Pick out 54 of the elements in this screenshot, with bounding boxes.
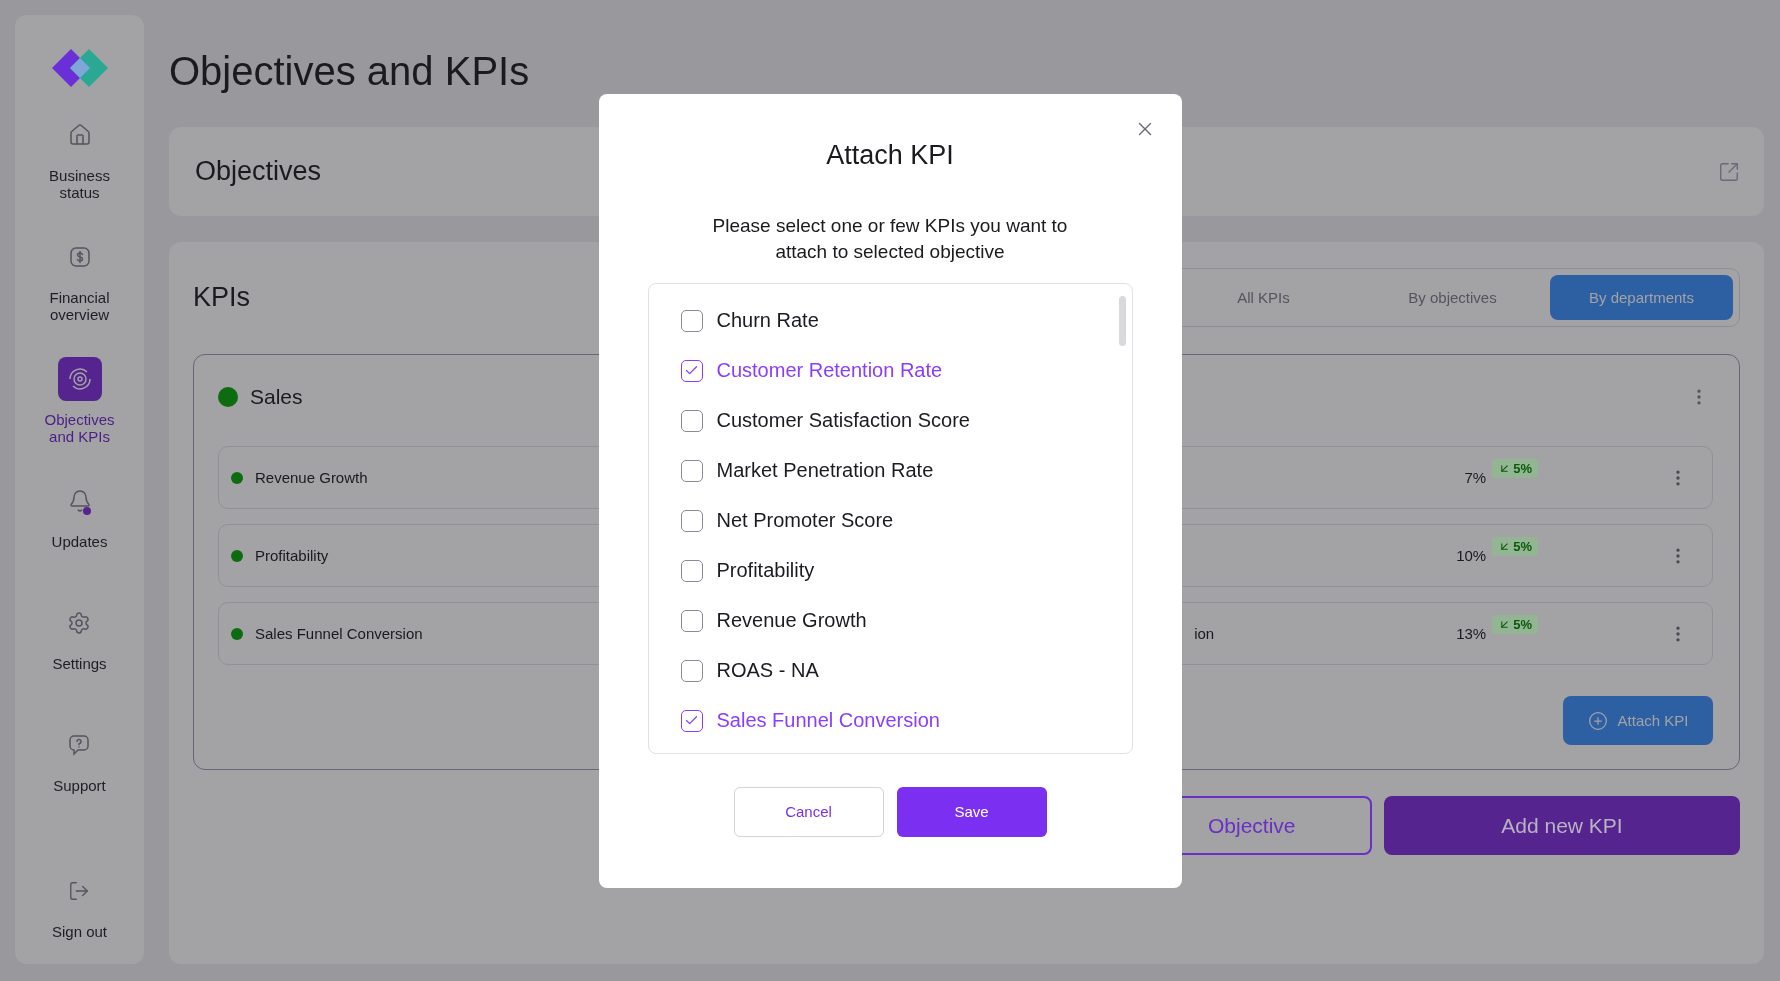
settings-icon xyxy=(67,611,92,635)
section-title: KPIs xyxy=(193,282,251,313)
kpi-option[interactable]: Churn Rate xyxy=(680,295,1132,346)
kpi-option[interactable]: Market Penetration Rate xyxy=(680,445,1132,496)
section-title: Objectives xyxy=(195,156,322,187)
kpi-value: 13% xyxy=(1455,625,1487,642)
kpi-option[interactable]: Net Promoter Score xyxy=(680,495,1132,546)
page-title: Objectives and KPIs xyxy=(169,49,531,95)
dialog-description: Please select one or few KPIs you want to attach to selected objective xyxy=(712,213,1068,264)
sign-out-icon xyxy=(68,880,91,902)
logo-icon xyxy=(51,49,108,87)
change-badge: 5% xyxy=(1492,537,1538,556)
action-button[interactable]: Add new KPI xyxy=(1384,796,1740,855)
checkbox[interactable] xyxy=(680,309,703,332)
change-badge: 5% xyxy=(1492,615,1538,634)
checkbox[interactable] xyxy=(680,709,703,732)
sidebar-item[interactable]: Objectives and KPIs xyxy=(34,357,125,453)
scrollbar[interactable] xyxy=(1118,295,1126,346)
kpi-option[interactable]: Sales Funnel Conversion xyxy=(680,695,1132,746)
cancel-button[interactable]: Cancel xyxy=(733,786,884,837)
help-bubble-icon xyxy=(67,733,92,757)
bell-icon xyxy=(67,489,92,513)
kpi-name: Profitability xyxy=(255,547,329,564)
sidebar-item[interactable]: Updates xyxy=(51,479,108,575)
external-link-icon[interactable] xyxy=(1718,160,1740,183)
kpi-cell: ion xyxy=(1194,625,1215,642)
kpi-option[interactable]: Profitability xyxy=(680,545,1132,596)
checkbox[interactable] xyxy=(680,509,703,532)
kpi-option[interactable]: Customer Satisfaction Score xyxy=(680,395,1132,446)
checkbox[interactable] xyxy=(680,609,703,632)
save-button[interactable]: Save xyxy=(896,786,1047,837)
department-name: Sales xyxy=(250,385,304,409)
checkbox[interactable] xyxy=(680,409,703,432)
kpi-option[interactable]: Customer Retention Rate xyxy=(680,345,1132,396)
kpi-value: 7% xyxy=(1463,469,1487,486)
home-icon xyxy=(67,123,92,147)
kpi-value: 10% xyxy=(1455,547,1487,564)
checkbox[interactable] xyxy=(680,559,703,582)
sidebar-item[interactable]: Financial overview xyxy=(34,235,125,331)
sidebar-item[interactable]: Business status xyxy=(34,113,125,209)
kpi-name: Revenue Growth xyxy=(255,469,368,486)
dollar-icon xyxy=(67,245,92,269)
checkbox[interactable] xyxy=(680,359,703,382)
kpi-option[interactable]: Revenue Growth xyxy=(680,595,1132,646)
sidebar-item[interactable]: Support xyxy=(53,723,106,819)
change-badge: 5% xyxy=(1492,459,1538,478)
sign-out-link[interactable]: Sign out xyxy=(51,869,107,940)
kpi-option[interactable]: ROAS - NA xyxy=(680,645,1132,696)
checkbox[interactable] xyxy=(680,659,703,682)
plus-circle-icon xyxy=(1587,710,1608,731)
sidebar-item[interactable]: Settings xyxy=(52,601,107,697)
dialog-title: Attach KPI xyxy=(826,139,954,171)
checkbox[interactable] xyxy=(680,459,703,482)
kpi-name: Sales Funnel Conversion xyxy=(255,625,423,642)
